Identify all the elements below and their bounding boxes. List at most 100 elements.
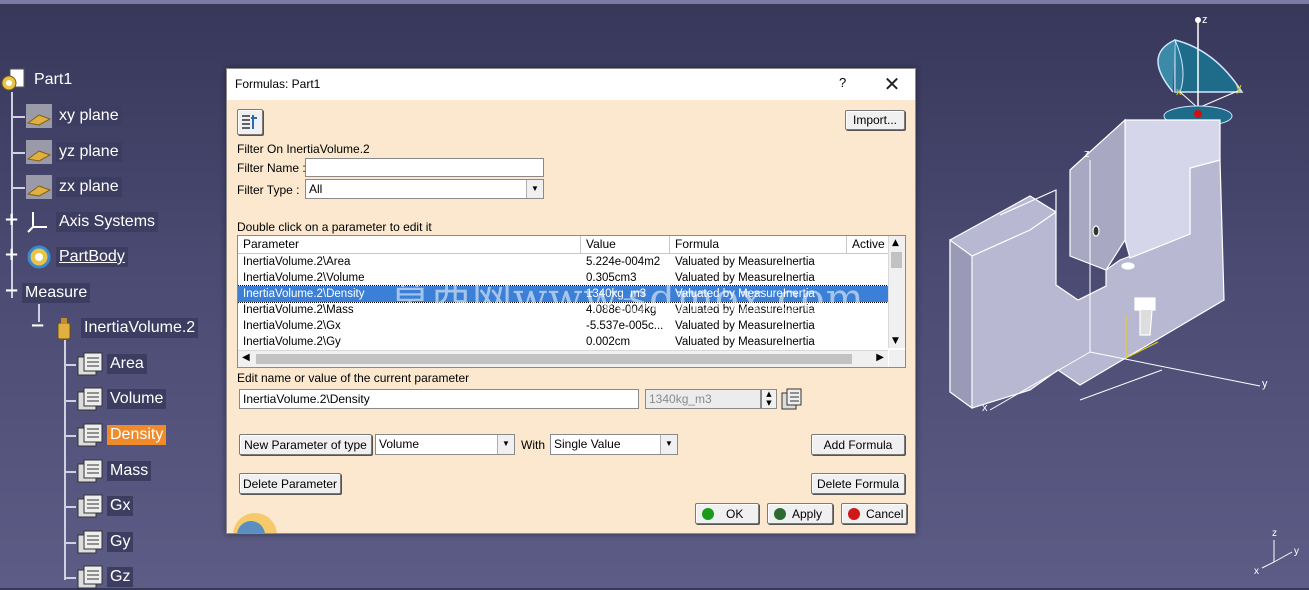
expand-plus-icon[interactable]: + bbox=[4, 211, 19, 229]
tree-connector bbox=[64, 400, 76, 402]
tree-item-partbody[interactable]: PartBody bbox=[25, 244, 128, 270]
formula-toolbar-button[interactable] bbox=[237, 109, 263, 135]
chevron-down-icon[interactable]: ▼ bbox=[660, 435, 677, 454]
delete-formula-button[interactable]: Delete Formula bbox=[811, 473, 905, 494]
column-header-active[interactable]: Active bbox=[847, 236, 888, 253]
parameter-type-value: Volume bbox=[379, 437, 420, 451]
tree-connector bbox=[64, 506, 76, 508]
edit-value-input[interactable]: 1340kg_m3 bbox=[645, 389, 761, 409]
compass-x-label: x bbox=[1176, 86, 1182, 98]
apply-button[interactable]: Apply bbox=[767, 503, 833, 524]
parameter-icon bbox=[76, 458, 104, 484]
specification-tree: Part1 xy plane yz plane zx plane + Axis … bbox=[0, 0, 230, 590]
collapse-minus-icon[interactable]: − bbox=[30, 317, 45, 335]
tree-item-inertiavolume[interactable]: InertiaVolume.2 bbox=[50, 315, 199, 341]
with-label: With bbox=[521, 438, 545, 452]
tree-item-label: Gx bbox=[107, 496, 134, 516]
dialog-logo bbox=[227, 495, 277, 533]
add-formula-button[interactable]: Add Formula bbox=[811, 434, 905, 455]
filter-name-input[interactable] bbox=[305, 158, 544, 177]
help-button[interactable]: ? bbox=[839, 75, 846, 90]
value-spinner[interactable]: ▲ ▼ bbox=[761, 389, 777, 409]
tree-connector bbox=[64, 340, 66, 580]
cell-parameter: InertiaVolume.2\Gy bbox=[243, 336, 341, 348]
filter-type-label: Filter Type : bbox=[237, 183, 300, 197]
vertical-scrollbar[interactable]: ▲ ▼ bbox=[888, 236, 905, 348]
expand-plus-icon[interactable]: + bbox=[4, 246, 19, 264]
corner-axis-icon bbox=[1261, 540, 1293, 569]
tree-item-gz[interactable]: Gz bbox=[76, 564, 134, 590]
spinner-down-icon[interactable]: ▼ bbox=[762, 399, 776, 408]
scroll-corner bbox=[889, 350, 905, 367]
close-button[interactable]: ✕ bbox=[879, 71, 905, 97]
parameter-icon bbox=[76, 493, 104, 519]
ok-green-icon bbox=[702, 507, 714, 520]
tree-item-measure[interactable]: Measure bbox=[22, 280, 91, 306]
delete-parameter-button[interactable]: Delete Parameter bbox=[239, 473, 341, 494]
tree-item-label: Mass bbox=[107, 461, 152, 481]
ok-button[interactable]: OK bbox=[695, 503, 759, 524]
edit-name-input[interactable]: InertiaVolume.2\Density bbox=[239, 389, 639, 409]
tree-item-density[interactable]: Density bbox=[76, 422, 167, 448]
tree-connector bbox=[11, 187, 25, 189]
tree-item-gy[interactable]: Gy bbox=[76, 529, 134, 555]
chevron-down-icon[interactable]: ▼ bbox=[497, 435, 514, 454]
tree-connector bbox=[64, 577, 76, 579]
filter-type-select[interactable]: All ▼ bbox=[305, 179, 544, 199]
column-header-formula[interactable]: Formula bbox=[670, 236, 847, 253]
dialog-titlebar[interactable]: Formulas: Part1 ? ✕ bbox=[227, 69, 915, 100]
tree-connector bbox=[11, 152, 25, 154]
import-button[interactable]: Import... bbox=[845, 110, 905, 130]
tree-item-area[interactable]: Area bbox=[76, 351, 147, 377]
part-3d-model bbox=[949, 118, 1225, 410]
3d-viewport[interactable]: z x y z x y z x y bbox=[930, 0, 1309, 588]
cell-formula: Valuated by MeasureInertia bbox=[675, 336, 815, 348]
scroll-left-icon[interactable]: ◀ bbox=[242, 352, 250, 363]
tree-item-label: Volume bbox=[107, 389, 167, 409]
tree-item-gx[interactable]: Gx bbox=[76, 493, 134, 519]
dialog-title: Formulas: Part1 bbox=[235, 77, 321, 91]
tree-item-label: Gy bbox=[107, 532, 134, 552]
tree-item-xy-plane[interactable]: xy plane bbox=[25, 103, 122, 129]
tree-item-zx-plane[interactable]: zx plane bbox=[25, 174, 122, 200]
tree-item-volume[interactable]: Volume bbox=[76, 386, 167, 412]
spinner-up-icon[interactable]: ▲ bbox=[762, 390, 776, 399]
cancel-red-icon bbox=[848, 507, 860, 520]
tree-item-label: Axis Systems bbox=[56, 212, 159, 232]
tree-item-part1[interactable]: Part1 bbox=[0, 67, 76, 93]
tree-item-label: Density bbox=[107, 425, 167, 445]
with-select[interactable]: Single Value ▼ bbox=[550, 434, 678, 455]
chevron-down-icon[interactable]: ▼ bbox=[526, 180, 543, 198]
cancel-label: Cancel bbox=[866, 506, 904, 521]
cancel-button[interactable]: Cancel bbox=[841, 503, 907, 524]
apply-label: Apply bbox=[792, 506, 823, 521]
formula-editor-icon[interactable] bbox=[781, 387, 803, 411]
table-header: Parameter Value Formula Active bbox=[238, 236, 888, 254]
column-header-parameter[interactable]: Parameter bbox=[238, 236, 581, 253]
parameter-type-select[interactable]: Volume ▼ bbox=[375, 434, 515, 455]
parameter-icon bbox=[76, 564, 104, 590]
tree-item-label: PartBody bbox=[56, 247, 128, 267]
body-gear-icon bbox=[25, 244, 53, 270]
new-parameter-button[interactable]: New Parameter of type bbox=[239, 434, 372, 455]
hscroll-thumb[interactable] bbox=[256, 354, 852, 364]
part-z-label: z bbox=[1084, 148, 1090, 160]
scroll-up-icon[interactable]: ▲ bbox=[892, 238, 899, 248]
filter-type-value: All bbox=[309, 182, 323, 196]
scroll-thumb[interactable] bbox=[891, 252, 902, 268]
scroll-down-icon[interactable]: ▼ bbox=[892, 336, 899, 346]
part-icon bbox=[0, 67, 28, 93]
column-header-value[interactable]: Value bbox=[581, 236, 670, 253]
table-caption: Double click on a parameter to edit it bbox=[237, 220, 432, 234]
tree-item-axis-systems[interactable]: Axis Systems bbox=[25, 209, 159, 235]
tree-item-label: Gz bbox=[107, 567, 134, 587]
parameter-icon bbox=[76, 422, 104, 448]
inertia-bottle-icon bbox=[50, 315, 78, 341]
horizontal-scrollbar[interactable]: ◀ ▶ bbox=[238, 350, 888, 367]
tree-item-yz-plane[interactable]: yz plane bbox=[25, 139, 122, 165]
corner-x-label: x bbox=[1254, 566, 1259, 577]
tree-item-mass[interactable]: Mass bbox=[76, 458, 152, 484]
collapse-minus-icon[interactable]: − bbox=[4, 282, 19, 300]
table-row[interactable]: InertiaVolume.2\Gy 0.002cm Valuated by M… bbox=[238, 334, 888, 350]
scroll-right-icon[interactable]: ▶ bbox=[876, 352, 884, 363]
